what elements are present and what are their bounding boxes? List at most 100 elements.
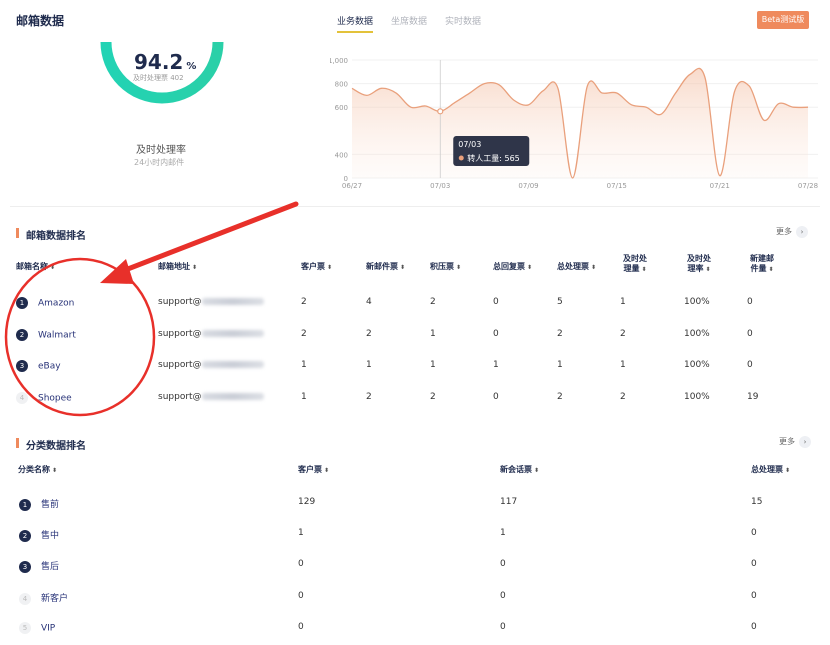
- mailbox-address-cell: support@: [158, 392, 264, 402]
- gauge-value: 94.2%: [134, 50, 197, 74]
- mailbox-name-cell[interactable]: 3 eBay: [16, 360, 61, 372]
- mailbox-name-link[interactable]: Shopee: [38, 394, 72, 404]
- mailbox-name-link[interactable]: Walmart: [38, 331, 76, 341]
- mailbox-cell-c3: 1: [430, 329, 436, 339]
- col-category-new-session[interactable]: 新会话票 ⬍: [500, 465, 539, 476]
- mailbox-cell-c1: 2: [301, 329, 307, 339]
- category-name-link[interactable]: 售后: [41, 562, 59, 572]
- col-reply-tickets[interactable]: 总回复票 ⬍: [493, 262, 532, 273]
- col-backlog-tickets[interactable]: 积压票 ⬍: [430, 262, 461, 273]
- sort-icon: ⬍: [768, 266, 774, 273]
- sort-icon: ⬍: [705, 266, 711, 273]
- mailbox-name-link[interactable]: Amazon: [38, 299, 74, 309]
- mailbox-name-link[interactable]: eBay: [38, 362, 61, 372]
- mailbox-address-cell: support@: [158, 297, 264, 307]
- category-name-cell[interactable]: 3 售后: [19, 559, 59, 573]
- category-name-cell[interactable]: 5 VIP: [19, 622, 55, 634]
- mailbox-address-text: support@: [158, 329, 202, 339]
- redacted-domain: [201, 393, 264, 400]
- mailbox-cell-c8: 0: [747, 360, 753, 370]
- tab-agent-data[interactable]: 坐席数据: [391, 14, 427, 33]
- gauge-label: 及时处理率: [136, 145, 186, 156]
- mailbox-cell-c2: 1: [366, 360, 372, 370]
- y-tick-label: 600: [335, 104, 348, 112]
- mailbox-cell-c8: 0: [747, 297, 753, 307]
- mailbox-cell-c4: 0: [493, 297, 499, 307]
- mailbox-address-cell: support@: [158, 329, 264, 339]
- mailbox-address-text: support@: [158, 297, 202, 307]
- category-name-link[interactable]: VIP: [41, 624, 55, 634]
- rank-badge: 4: [16, 392, 28, 404]
- hover-point: [437, 108, 444, 115]
- col-mailbox-address[interactable]: 邮箱地址 ⬍: [158, 262, 197, 273]
- tab-realtime-data[interactable]: 实时数据: [445, 14, 481, 33]
- category-name-link[interactable]: 售前: [41, 500, 59, 510]
- category-name-link[interactable]: 售中: [41, 531, 59, 541]
- redacted-domain: [201, 330, 264, 337]
- mailbox-cell-c5: 2: [557, 329, 563, 339]
- category-cell-c3: 0: [751, 528, 757, 538]
- category-more-link[interactable]: 更多 ›: [779, 436, 811, 448]
- mailbox-cell-c2: 2: [366, 329, 372, 339]
- category-name-link[interactable]: 新客户: [41, 594, 68, 604]
- x-tick-label: 07/09: [518, 182, 538, 190]
- mailbox-cell-c4: 1: [493, 360, 499, 370]
- gauge-subtext: 及时处理票 402: [133, 74, 184, 82]
- tab-bar: 业务数据 坐席数据 实时数据: [337, 14, 499, 33]
- col-category-name[interactable]: 分类名称 ⬍: [18, 465, 57, 476]
- mailbox-address-cell: support@: [158, 360, 264, 370]
- col-customer-tickets[interactable]: 客户票 ⬍: [301, 262, 332, 273]
- category-cell-c3: 0: [751, 622, 757, 632]
- mailbox-address-text: support@: [158, 360, 202, 370]
- sort-icon: ⬍: [785, 467, 791, 474]
- category-name-cell[interactable]: 2 售中: [19, 528, 59, 542]
- mailbox-cell-c2: 4: [366, 297, 372, 307]
- y-tick-label: 400: [335, 151, 348, 159]
- col-new-mail-tickets[interactable]: 新邮件票 ⬍: [366, 262, 405, 273]
- ticket-line-chart[interactable]: 1,000800600400006/27 07/03 07/09 07/15 07/21…: [330, 52, 825, 192]
- mailbox-cell-c3: 2: [430, 297, 436, 307]
- category-cell-c1: 0: [298, 622, 304, 632]
- mailbox-more-link[interactable]: 更多 ›: [776, 226, 808, 238]
- col-category-customer[interactable]: 客户票 ⬍: [298, 465, 329, 476]
- col-timely-count[interactable]: 及时处理量 ⬍: [620, 254, 650, 275]
- mailbox-name-cell[interactable]: 2 Walmart: [16, 329, 76, 341]
- rank-badge: 2: [19, 529, 31, 542]
- category-cell-c3: 0: [751, 559, 757, 569]
- mailbox-cell-c8: 19: [747, 392, 759, 402]
- mailbox-name-cell[interactable]: 1 Amazon: [16, 297, 74, 309]
- col-timely-rate[interactable]: 及时处理率 ⬍: [684, 254, 714, 275]
- mailbox-cell-c8: 0: [747, 329, 753, 339]
- tab-business-data[interactable]: 业务数据: [337, 14, 374, 33]
- category-name-cell[interactable]: 1 售前: [19, 497, 59, 511]
- x-tick-label: 07/15: [607, 182, 627, 190]
- category-cell-c2: 117: [500, 497, 518, 507]
- mailbox-cell-c6: 2: [620, 392, 626, 402]
- sort-icon: ⬍: [50, 264, 56, 271]
- col-category-total[interactable]: 总处理票 ⬍: [751, 465, 790, 476]
- sort-icon: ⬍: [641, 266, 647, 273]
- mailbox-address-text: support@: [158, 392, 202, 402]
- col-new-mail-count[interactable]: 新建邮件量 ⬍: [747, 254, 777, 275]
- sort-icon: ⬍: [192, 264, 198, 271]
- mailbox-cell-c2: 2: [366, 392, 372, 402]
- mailbox-cell-c7: 100%: [684, 329, 710, 339]
- col-mailbox-name[interactable]: 邮箱名称 ⬍: [16, 262, 55, 273]
- mailbox-cell-c6: 1: [620, 360, 626, 370]
- annotation-arrow-shaft: [117, 201, 299, 275]
- category-name-cell[interactable]: 4 新客户: [19, 591, 68, 605]
- annotation-arrow-head: [100, 259, 134, 284]
- mailbox-cell-c7: 100%: [684, 392, 710, 402]
- chevron-right-icon: ›: [796, 226, 808, 238]
- sort-icon: ⬍: [591, 264, 597, 271]
- rank-badge: 2: [16, 329, 28, 341]
- category-cell-c1: 0: [298, 559, 304, 569]
- rank-badge: 3: [19, 560, 31, 573]
- mailbox-section-title: 邮箱数据排名: [16, 227, 86, 242]
- mailbox-name-cell[interactable]: 4 Shopee: [16, 392, 72, 404]
- category-cell-c3: 0: [751, 591, 757, 601]
- beta-button[interactable]: Beta测试版: [757, 11, 809, 29]
- category-cell-c3: 15: [751, 497, 763, 507]
- sort-icon: ⬍: [456, 264, 462, 271]
- col-total-processed[interactable]: 总处理票 ⬍: [557, 262, 596, 273]
